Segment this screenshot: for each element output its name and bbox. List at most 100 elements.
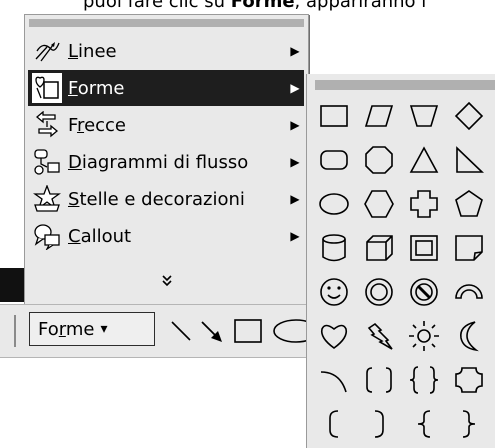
shape-right-bracket[interactable] xyxy=(359,404,399,444)
shape-rounded-rectangle[interactable] xyxy=(314,140,354,180)
menu-item-stelle[interactable]: Stelle e decorazioni ▶ xyxy=(28,181,304,217)
rectangle-tool-icon[interactable] xyxy=(232,314,266,348)
donut-icon xyxy=(365,278,393,306)
label-rest: me xyxy=(65,318,95,340)
toolbar-grip[interactable] xyxy=(14,315,22,347)
shape-trapezoid[interactable] xyxy=(404,96,444,136)
oval-icon xyxy=(319,193,349,215)
sun-icon xyxy=(409,321,439,351)
shape-double-brace[interactable] xyxy=(404,360,444,400)
label-rest: iagrammi di flusso xyxy=(81,151,249,173)
menu-item-label: Linee xyxy=(68,41,286,62)
smiley-icon xyxy=(320,278,348,306)
bevel-icon xyxy=(410,235,438,261)
stars-banners-icon xyxy=(32,184,62,214)
shape-right-brace[interactable] xyxy=(449,404,489,444)
basic-shapes-submenu xyxy=(306,74,495,448)
shape-parallelogram[interactable] xyxy=(359,96,399,136)
moon-icon xyxy=(459,321,479,352)
shape-cross[interactable] xyxy=(404,184,444,224)
submenu-arrow-icon: ▶ xyxy=(290,229,300,243)
autoshapes-button-label: Forme xyxy=(38,319,94,340)
line-tool-icon[interactable] xyxy=(166,314,200,348)
double-chevron-down-icon xyxy=(161,275,172,287)
shape-heart[interactable] xyxy=(314,316,354,356)
right-bracket-icon xyxy=(374,410,384,438)
autoshapes-button[interactable]: Forme ▾ xyxy=(29,312,155,346)
menu-item-diagrammi[interactable]: Diagrammi di flusso ▶ xyxy=(28,144,304,180)
shape-no-symbol[interactable] xyxy=(404,272,444,312)
shape-block-arc[interactable] xyxy=(449,272,489,312)
menu-drag-bar[interactable] xyxy=(29,19,304,27)
mnemonic: r xyxy=(58,318,66,340)
autoshapes-menu: Linee ▶ Forme ▶ Frecce ▶ Diagrammi di fl… xyxy=(24,14,309,312)
mnemonic: F xyxy=(68,77,78,99)
label-prefix: F xyxy=(68,114,78,136)
dropdown-arrow-icon: ▾ xyxy=(100,321,108,337)
rounded-rectangle-icon xyxy=(320,150,348,170)
shape-oval[interactable] xyxy=(314,184,354,224)
shape-bevel[interactable] xyxy=(404,228,444,268)
double-bracket-icon xyxy=(366,367,392,393)
shape-cube[interactable] xyxy=(359,228,399,268)
oval-tool-icon[interactable] xyxy=(270,314,310,348)
right-brace-icon xyxy=(462,410,476,438)
octagon-icon xyxy=(365,146,393,174)
menu-item-frecce[interactable]: Frecce ▶ xyxy=(28,107,304,143)
mnemonic: S xyxy=(68,188,80,210)
shape-hexagon[interactable] xyxy=(359,184,399,224)
shape-donut[interactable] xyxy=(359,272,399,312)
label-prefix: Fo xyxy=(38,318,59,340)
shape-rectangle[interactable] xyxy=(314,96,354,136)
label-rest: allout xyxy=(80,225,132,247)
shape-arc[interactable] xyxy=(314,360,354,400)
shape-can[interactable] xyxy=(314,228,354,268)
can-icon xyxy=(322,234,346,262)
shape-lightning-bolt[interactable] xyxy=(359,316,399,356)
submenu-arrow-icon: ▶ xyxy=(290,118,300,132)
background-text-rest: , appariranno i xyxy=(294,0,427,12)
no-symbol-icon xyxy=(410,278,438,306)
arc-icon xyxy=(320,371,347,393)
double-brace-icon xyxy=(409,366,439,394)
expand-menu-button[interactable] xyxy=(25,273,308,292)
shape-pentagon[interactable] xyxy=(449,184,489,224)
label-rest: telle e decorazioni xyxy=(79,188,245,210)
flowchart-icon xyxy=(32,147,62,177)
plaque-icon xyxy=(455,367,483,393)
shape-right-triangle[interactable] xyxy=(449,140,489,180)
shape-octagon[interactable] xyxy=(359,140,399,180)
shape-moon[interactable] xyxy=(449,316,489,356)
menu-item-label: Callout xyxy=(68,226,286,247)
shape-diamond[interactable] xyxy=(449,96,489,136)
submenu-drag-bar[interactable] xyxy=(315,80,495,90)
menu-item-forme[interactable]: Forme ▶ xyxy=(28,70,304,106)
right-triangle-icon xyxy=(456,146,484,173)
block-arrows-icon xyxy=(32,110,62,140)
label-rest: inee xyxy=(78,40,117,62)
submenu-arrow-icon: ▶ xyxy=(290,44,300,58)
rectangle-icon xyxy=(320,105,348,127)
shape-double-bracket[interactable] xyxy=(359,360,399,400)
shape-smiley[interactable] xyxy=(314,272,354,312)
lightning-bolt-icon xyxy=(367,322,393,350)
shape-left-bracket[interactable] xyxy=(314,404,354,444)
mnemonic: r xyxy=(77,114,85,136)
shape-left-brace[interactable] xyxy=(404,404,444,444)
arrow-tool-icon[interactable] xyxy=(196,314,230,348)
drawing-toolbar: Forme ▾ xyxy=(0,304,310,358)
submenu-arrow-icon: ▶ xyxy=(290,81,300,95)
folded-corner-icon xyxy=(455,235,483,261)
shape-plaque[interactable] xyxy=(449,360,489,400)
submenu-arrow-icon: ▶ xyxy=(290,192,300,206)
shape-sun[interactable] xyxy=(404,316,444,356)
triangle-icon xyxy=(409,146,439,173)
label-rest: orme xyxy=(77,77,125,99)
submenu-arrow-icon: ▶ xyxy=(290,155,300,169)
menu-item-linee[interactable]: Linee ▶ xyxy=(28,33,304,69)
callout-icon xyxy=(32,221,62,251)
left-bracket-icon xyxy=(329,410,339,438)
shape-folded-corner[interactable] xyxy=(449,228,489,268)
shape-triangle[interactable] xyxy=(404,140,444,180)
menu-item-callout[interactable]: Callout ▶ xyxy=(28,218,304,254)
